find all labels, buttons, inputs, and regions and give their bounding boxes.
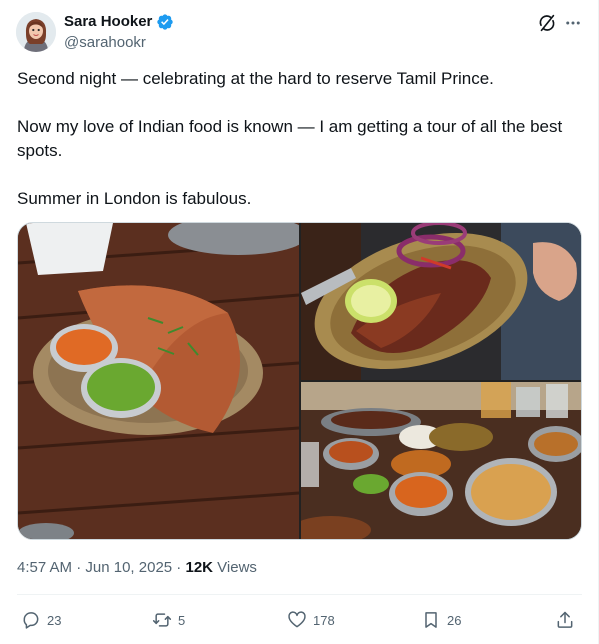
share-button[interactable] [555,606,575,634]
share-icon [557,611,573,628]
grok-icon[interactable] [536,12,558,34]
bookmark-icon [425,612,437,628]
bookmark-button[interactable]: 26 [421,606,461,634]
repost-icon [152,613,172,627]
photo-table-spread[interactable] [301,382,581,539]
avatar[interactable] [16,12,56,52]
repost-count: 5 [178,612,186,628]
tweet-paragraph: Second night — celebrating at the hard t… [17,69,494,88]
divider [17,594,582,595]
action-bar: 23 5 178 26 [17,606,582,634]
photo-fish[interactable] [301,223,581,380]
reply-button[interactable]: 23 [21,606,61,634]
tweet-text: Second night — celebrating at the hard t… [17,67,587,211]
tweet-meta: 4:57 AM · Jun 10, 2025 · 12K Views [17,558,257,578]
like-button[interactable]: 178 [287,606,335,634]
views-label: Views [213,559,257,576]
views-count: 12K [185,559,214,576]
meta-separator: · [72,559,86,576]
bookmark-count: 26 [447,612,462,628]
tweet-date[interactable]: Jun 10, 2025 [85,559,172,576]
verified-badge-icon [157,14,174,30]
heart-icon [288,611,306,628]
tweet-card: Sara Hooker @sarahookr Second night — ce… [0,0,599,644]
author-name-row[interactable]: Sara Hooker [64,12,174,32]
media-grid [17,222,582,540]
meta-separator: · [172,559,186,576]
author-display-name[interactable]: Sara Hooker [64,12,152,32]
photo-dosa[interactable] [18,223,299,539]
like-count: 178 [313,612,335,628]
author-handle[interactable]: @sarahookr [64,33,146,53]
reply-count: 23 [47,612,62,628]
more-icon[interactable] [562,12,584,34]
reply-icon [23,612,39,629]
tweet-time[interactable]: 4:57 AM [17,559,72,576]
tweet-paragraph: Summer in London is fabulous. [17,189,252,208]
repost-button[interactable]: 5 [152,606,185,634]
tweet-paragraph: Now my love of Indian food is known — I … [17,117,563,160]
